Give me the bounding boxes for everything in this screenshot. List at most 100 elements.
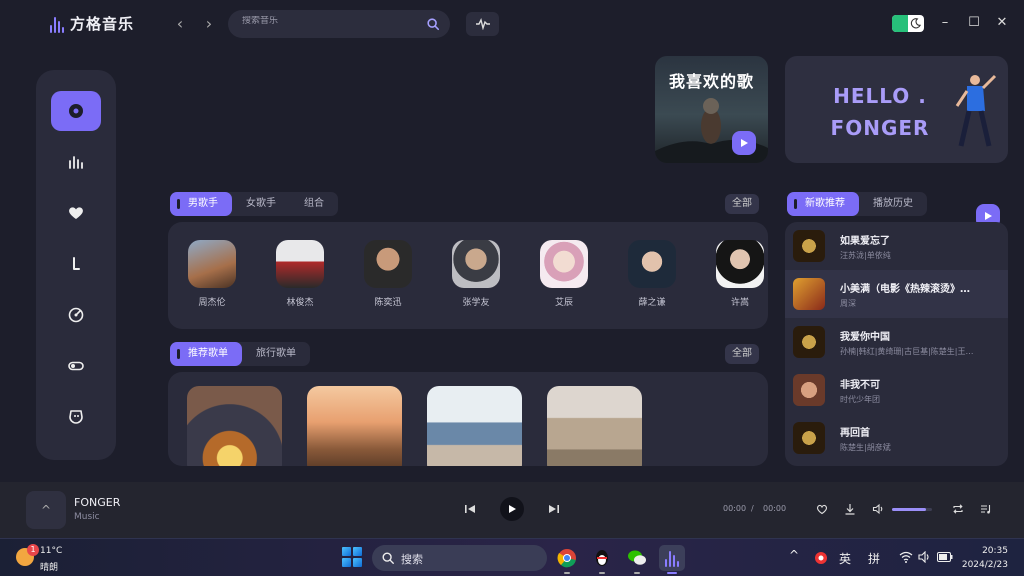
toggle-knob (892, 15, 908, 32)
heart-outline-icon (817, 504, 827, 515)
sidebar (36, 70, 116, 460)
favorites-banner[interactable]: 我喜欢的歌 (655, 56, 768, 163)
playlist-queue-button[interactable] (980, 503, 992, 515)
search-icon (382, 552, 394, 564)
playlists-all-button[interactable]: 全部 (725, 344, 759, 364)
new-songs-list: 如果爱忘了 汪苏泷|单依纯 小美满（电影《热辣滚烫》… 周深 我爱你中国 孙楠|… (785, 222, 1008, 466)
tab-new-songs[interactable]: 新歌推荐 (787, 192, 859, 216)
active-indicator (667, 572, 677, 574)
face-icon (69, 410, 83, 424)
volume-slider[interactable] (892, 508, 932, 511)
artist-name: 周杰伦 (198, 298, 226, 308)
tab-female-singers[interactable]: 女歌手 (232, 192, 290, 216)
chevron-up-icon[interactable]: ^ (789, 548, 799, 562)
artist-card[interactable]: 周杰伦 (179, 240, 245, 308)
music-app-icon[interactable] (659, 545, 685, 574)
artist-card[interactable]: 薛之谦 (619, 240, 685, 308)
current-time: 00:00 (723, 504, 747, 513)
list-item[interactable]: 我爱你中国 孙楠|韩红|黄绮珊|古巨基|陈楚生|王… (785, 318, 1008, 366)
tab-male-singers[interactable]: 男歌手 (170, 192, 232, 216)
back-arrow-icon[interactable]: ‹ (170, 14, 190, 34)
artists-panel: 周杰伦 林俊杰 陈奕迅 张学友 艾辰 薛之谦 许嵩 (168, 222, 768, 329)
sidebar-item-settings[interactable] (51, 346, 101, 386)
maximize-icon[interactable]: ☐ (965, 14, 983, 32)
sidebar-item-favorites[interactable] (51, 193, 101, 233)
wechat-app-icon[interactable] (624, 545, 650, 574)
search-icon[interactable] (426, 17, 440, 31)
ime-language[interactable]: 英 (839, 550, 851, 567)
play-pause-button[interactable] (500, 497, 524, 521)
previous-button[interactable] (464, 503, 476, 515)
wifi-icon[interactable] (899, 551, 913, 563)
artist-card[interactable]: 张学友 (443, 240, 509, 308)
artist-avatar (452, 240, 500, 288)
song-tabs: 新歌推荐 播放历史 (787, 192, 927, 216)
list-item[interactable]: 如果爱忘了 汪苏泷|单依纯 (785, 222, 1008, 270)
battery-icon[interactable] (937, 552, 953, 562)
sidebar-item-downloads[interactable] (51, 244, 101, 284)
tray-app-icon[interactable] (814, 551, 828, 565)
windows-start-icon[interactable] (342, 547, 362, 567)
sidebar-item-profile[interactable] (51, 397, 101, 437)
next-button[interactable] (548, 503, 560, 515)
qq-app-icon[interactable] (589, 545, 615, 574)
artist-card[interactable]: 陈奕迅 (355, 240, 421, 308)
volume-icon (872, 503, 883, 515)
tab-travel-playlists[interactable]: 旅行歌单 (242, 342, 310, 366)
playlist-card-roadtrip[interactable] (307, 386, 402, 466)
playlist-card-guitar[interactable] (427, 386, 522, 466)
search-input[interactable] (242, 16, 412, 26)
artist-card[interactable]: 林俊杰 (267, 240, 333, 308)
ime-mode[interactable]: 拼 (868, 550, 880, 567)
clock-time: 20:35 (982, 546, 1008, 556)
playlist-card-lantern[interactable] (187, 386, 282, 466)
taskbar-search-label: 搜索 (401, 553, 423, 566)
audio-wave-button[interactable] (466, 12, 499, 36)
system-clock[interactable]: 20:35 2024/2/23 (960, 544, 1008, 572)
sidebar-item-radio[interactable] (51, 295, 101, 335)
playlist-card-field[interactable] (547, 386, 642, 466)
download-icon (845, 504, 855, 515)
repeat-button[interactable] (952, 503, 964, 515)
volume-button[interactable] (872, 503, 884, 515)
target-icon (68, 307, 84, 323)
app-logo: 方格音乐 (50, 13, 134, 34)
download-button[interactable] (844, 503, 856, 515)
song-title: 小美满（电影《热辣滚烫》… (840, 284, 970, 295)
tab-groups[interactable]: 组合 (290, 192, 338, 216)
song-cover (793, 422, 825, 454)
artist-card[interactable]: 许嵩 (707, 240, 768, 308)
list-item[interactable]: 再回首 陈楚生|胡彦斌 (785, 414, 1008, 462)
taskbar-search[interactable]: 搜索 (372, 545, 547, 571)
artist-name: 艾辰 (554, 298, 573, 308)
list-item[interactable]: 非我不可 时代少年团 (785, 366, 1008, 414)
list-item[interactable]: 小美满（电影《热辣滚烫》… 周深 (785, 270, 1008, 318)
artist-card[interactable]: 艾辰 (531, 240, 597, 308)
volume-fill (892, 508, 926, 511)
chrome-app-icon[interactable] (554, 545, 580, 574)
tab-recommended-playlists[interactable]: 推荐歌单 (170, 342, 242, 366)
speaker-icon[interactable] (918, 551, 932, 563)
notification-badge: 1 (27, 544, 39, 556)
playlist-tabs: 推荐歌单 旅行歌单 (170, 342, 310, 366)
skip-forward-icon (549, 505, 559, 513)
expand-player-button[interactable]: ^ (26, 491, 66, 529)
play-icon (741, 139, 748, 147)
tab-play-history[interactable]: 播放历史 (859, 192, 927, 216)
sidebar-item-charts[interactable] (51, 142, 101, 182)
artists-all-button[interactable]: 全部 (725, 194, 759, 214)
player-bar: ^ FONGER Music 00:00 / 00:00 (0, 482, 1024, 538)
sidebar-item-discover[interactable] (51, 91, 101, 131)
song-artist: 陈楚生|胡彦斌 (840, 443, 891, 452)
like-button[interactable] (816, 503, 828, 515)
theme-toggle[interactable] (892, 15, 924, 32)
search-bar (228, 10, 450, 38)
time-separator: / (751, 504, 754, 513)
song-artist: 孙楠|韩红|黄绮珊|古巨基|陈楚生|王… (840, 347, 974, 356)
minimize-icon[interactable]: – (936, 14, 954, 32)
forward-arrow-icon[interactable]: › (199, 14, 219, 34)
favorites-play-button[interactable] (732, 131, 756, 155)
play-icon (509, 505, 516, 513)
close-icon[interactable]: ✕ (993, 14, 1011, 32)
skip-back-icon (465, 505, 475, 513)
